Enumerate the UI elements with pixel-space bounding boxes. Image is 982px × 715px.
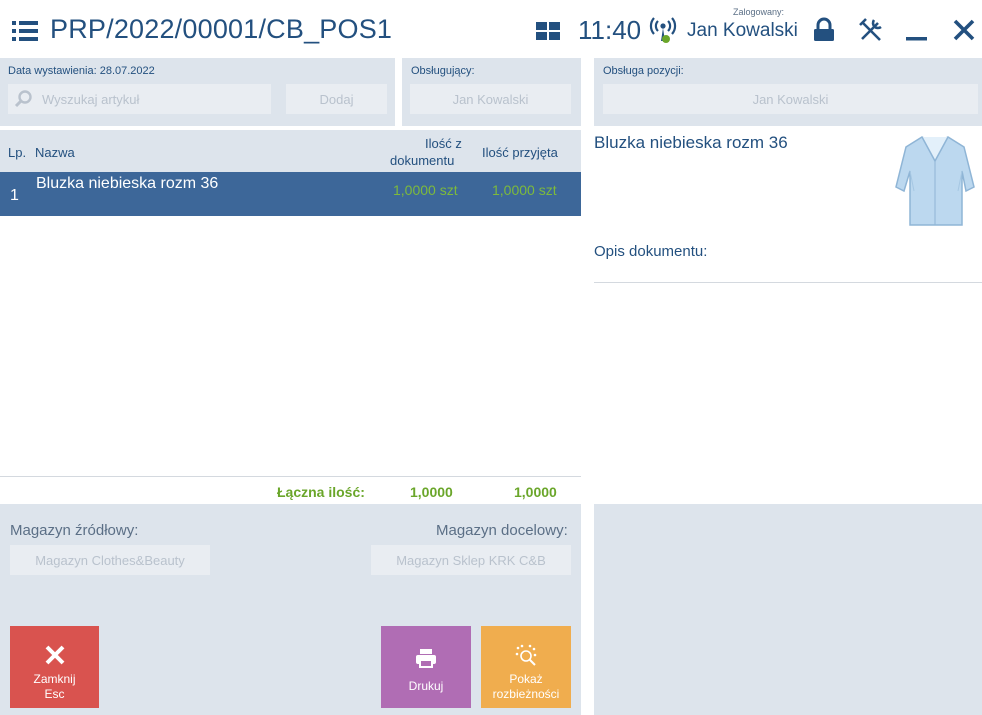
total-label: Łączna ilość: xyxy=(277,484,365,500)
header-bar: PRP/2022/00001/CB_POS1 11:40 Zalogowany:… xyxy=(0,0,982,58)
minimize-icon[interactable] xyxy=(903,16,931,44)
close-icon xyxy=(45,645,64,665)
lock-icon[interactable] xyxy=(810,16,838,44)
target-warehouse-label: Magazyn docelowy: xyxy=(436,522,568,539)
operator-label: Obsługujący: xyxy=(411,65,475,77)
total-recv-qty: 1,0000 xyxy=(514,484,557,500)
item-handler-field[interactable]: Jan Kowalski xyxy=(603,84,978,114)
connection-status-icon[interactable] xyxy=(649,16,677,44)
close-window-icon[interactable] xyxy=(950,16,978,44)
search-input[interactable]: Wyszukaj artykuł xyxy=(8,84,271,114)
divider xyxy=(0,476,581,477)
issue-date-label: Data wystawienia: 28.07.2022 xyxy=(8,65,155,77)
product-image xyxy=(895,136,975,226)
tiles-icon[interactable] xyxy=(536,22,560,40)
menu-icon[interactable] xyxy=(12,21,38,41)
col-lp[interactable]: Lp. xyxy=(8,145,26,160)
logged-user-name[interactable]: Jan Kowalski xyxy=(687,20,798,42)
total-doc-qty: 1,0000 xyxy=(410,484,453,500)
close-button[interactable]: Zamknij Esc xyxy=(10,626,99,708)
row-name: Bluzka niebieska rozm 36 xyxy=(36,175,219,192)
document-title: PRP/2022/00001/CB_POS1 xyxy=(50,14,393,44)
document-description-label: Opis dokumentu: xyxy=(594,243,708,260)
show-differences-button[interactable]: Pokaż rozbieżności xyxy=(481,626,571,708)
right-bottom-panel xyxy=(594,504,982,715)
search-icon xyxy=(14,90,32,108)
item-handler-label: Obsługa pozycji: xyxy=(603,65,684,77)
source-warehouse-field[interactable]: Magazyn Clothes&Beauty xyxy=(10,545,210,575)
col-doc-qty-line1[interactable]: Ilość z xyxy=(425,136,462,151)
printer-icon xyxy=(416,649,436,668)
print-button[interactable]: Drukuj xyxy=(381,626,471,708)
row-lp: 1 xyxy=(10,187,19,204)
row-doc-qty: 1,0000 szt xyxy=(393,182,458,198)
clock: 11:40 xyxy=(578,15,642,45)
col-recv-qty[interactable]: Ilość przyjęta xyxy=(482,145,558,160)
target-warehouse-field[interactable]: Magazyn Sklep KRK C&B xyxy=(371,545,571,575)
col-name[interactable]: Nazwa xyxy=(35,145,75,160)
differences-icon xyxy=(515,644,537,666)
operator-field[interactable]: Jan Kowalski xyxy=(410,84,571,114)
table-row[interactable]: 1 Bluzka niebieska rozm 36 1,0000 szt 1,… xyxy=(0,172,581,216)
product-name: Bluzka niebieska rozm 36 xyxy=(594,133,788,152)
row-recv-qty: 1,0000 szt xyxy=(492,182,557,198)
add-button[interactable]: Dodaj xyxy=(286,84,387,114)
source-warehouse-label: Magazyn źródłowy: xyxy=(10,522,139,539)
col-doc-qty-line2[interactable]: dokumentu xyxy=(390,153,454,168)
tools-icon[interactable] xyxy=(857,16,885,44)
description-underline xyxy=(594,282,982,283)
logged-in-label: Zalogowany: xyxy=(733,7,785,17)
